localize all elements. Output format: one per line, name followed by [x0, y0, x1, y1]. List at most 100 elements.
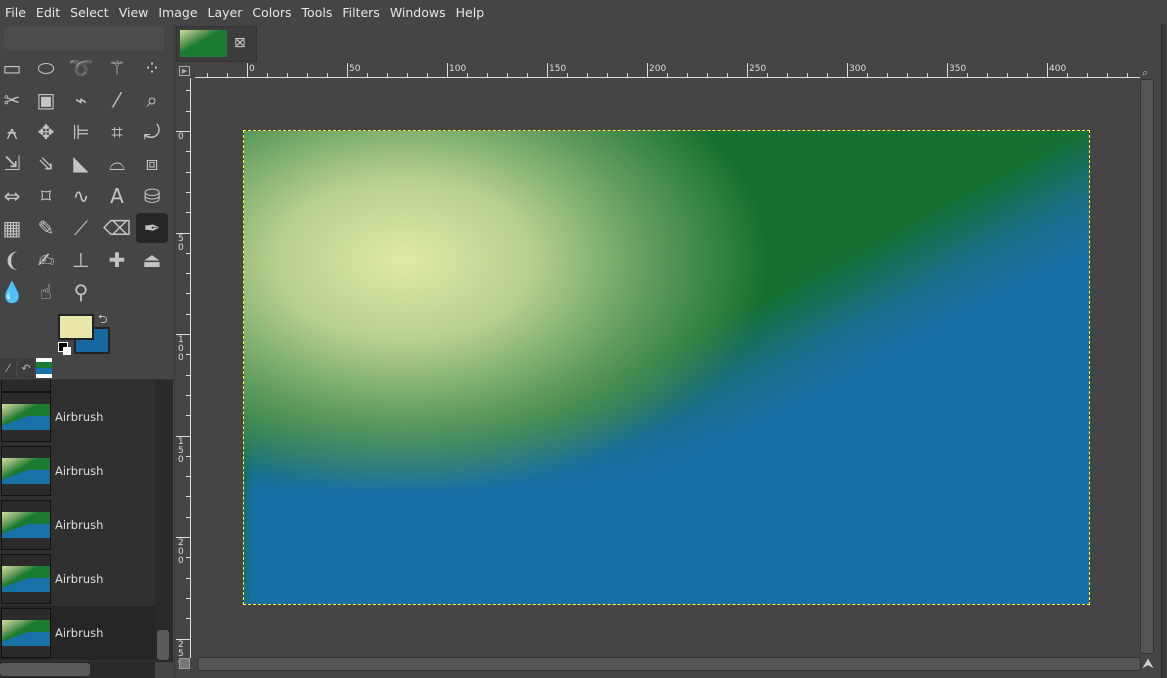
tool-options-icon[interactable]: ⁄	[0, 358, 16, 378]
perspective-icon[interactable]: ◣	[65, 148, 97, 178]
pencil-icon[interactable]: ✎	[30, 213, 62, 243]
menu-view[interactable]: View	[114, 5, 154, 20]
menu-tools[interactable]: Tools	[297, 5, 338, 20]
3d-transform-icon[interactable]: ⌓	[101, 148, 133, 178]
default-colors-icon-white[interactable]	[63, 347, 71, 355]
canvas-horizontal-scrollbar[interactable]	[197, 657, 1141, 671]
foreground-color-swatch[interactable]	[58, 314, 94, 340]
ruler-tick	[287, 73, 288, 77]
blur-icon[interactable]: 💧	[0, 277, 28, 307]
ruler-tick	[627, 73, 628, 77]
flip-icon[interactable]: ⇔	[0, 181, 28, 211]
ruler-tick	[186, 90, 190, 92]
history-hscroll-thumb[interactable]	[0, 663, 90, 676]
history-item[interactable]: Airbrush	[0, 606, 155, 660]
crop-icon[interactable]: ⌗	[101, 117, 133, 147]
history-vertical-scrollbar[interactable]	[155, 380, 173, 662]
ruler-tick	[307, 73, 308, 77]
ruler-tick	[186, 354, 190, 356]
image-canvas[interactable]	[243, 130, 1090, 605]
menu-filters[interactable]: Filters	[337, 5, 384, 20]
select-by-color-icon[interactable]: ⁘	[136, 53, 168, 83]
unified-transform-icon[interactable]: ⌑	[30, 181, 62, 211]
warp-icon[interactable]: ∿	[65, 181, 97, 211]
align-icon[interactable]: ⊫	[65, 117, 97, 147]
menu-image[interactable]: Image	[153, 5, 202, 20]
clone-icon[interactable]: ⊥	[65, 245, 97, 275]
menu-windows[interactable]: Windows	[385, 5, 451, 20]
ruler-tick	[587, 73, 588, 77]
bucket-fill-icon[interactable]: ⛁	[136, 181, 168, 211]
fuzzy-select-icon[interactable]: ⚚	[101, 53, 133, 83]
ruler-label: 100	[178, 335, 184, 363]
ellipse-select-icon[interactable]: ⬭	[30, 53, 62, 83]
ruler-tick	[186, 374, 190, 376]
measure-icon[interactable]: ⍲	[0, 117, 28, 147]
paths-icon[interactable]: ⌁	[65, 85, 97, 115]
ruler-tick	[247, 63, 248, 77]
cage-icon[interactable]: ⧈	[136, 148, 168, 178]
ruler-tick	[1027, 73, 1028, 77]
history-item[interactable]: Airbrush	[0, 552, 155, 606]
navigate-icon[interactable]: ⮝	[1142, 656, 1154, 672]
foreground-select-icon[interactable]: ▣	[30, 85, 62, 115]
ruler-tick	[186, 313, 190, 315]
ink-icon[interactable]: ❨	[0, 245, 28, 275]
quick-mask-toggle[interactable]	[179, 658, 190, 669]
ruler-tick	[327, 73, 328, 77]
canvas-vertical-scrollbar[interactable]	[1140, 79, 1154, 654]
history-item-label: Airbrush	[55, 410, 104, 424]
ruler-tick	[186, 293, 190, 295]
airbrush-icon[interactable]: ✒	[136, 213, 168, 243]
menu-layer[interactable]: Layer	[203, 5, 248, 20]
undo-history-icon[interactable]: ↶	[18, 358, 34, 378]
color-picker-icon[interactable]: ⁄	[101, 85, 133, 115]
dodge-burn-icon[interactable]: ⚲	[65, 277, 97, 307]
ruler-tick	[967, 73, 968, 77]
swap-colors-icon[interactable]: ⮌	[98, 310, 108, 331]
move-icon[interactable]: ✥	[30, 117, 62, 147]
menu-help[interactable]: Help	[451, 5, 490, 20]
menu-select[interactable]: Select	[65, 5, 114, 20]
menu-edit[interactable]: Edit	[31, 5, 65, 20]
history-item[interactable]: Airbrush	[0, 444, 155, 498]
rect-select-icon[interactable]: ▭	[0, 53, 28, 83]
perspective-clone-icon[interactable]: ⏏	[136, 245, 168, 275]
ruler-label: 300	[849, 64, 867, 74]
scale-icon[interactable]: ⇲	[0, 148, 28, 178]
history-thumbnail	[1, 500, 51, 550]
ruler-tick	[887, 73, 888, 77]
zoom-image-icon[interactable]: ⌕	[1142, 66, 1148, 80]
dock-tabs: ⁄ ↶	[0, 358, 175, 380]
gradient-icon[interactable]: ▦	[0, 213, 28, 243]
text-icon[interactable]: A	[101, 181, 133, 211]
smudge-icon[interactable]: ☝	[30, 277, 62, 307]
shear-icon[interactable]: ⇘	[30, 148, 62, 178]
history-thumbnail	[1, 608, 51, 658]
history-scroll-thumb[interactable]	[157, 630, 169, 660]
horizontal-ruler: 0 50 100 150 200 250 300 350 400	[195, 63, 1140, 78]
history-item[interactable]: Airbrush	[0, 390, 155, 444]
ruler-label: 50	[178, 233, 184, 253]
rotate-icon[interactable]: ⤾	[136, 117, 168, 147]
quick-menu-button[interactable]: ▶	[179, 66, 190, 76]
ruler-tick	[607, 73, 608, 77]
gimp-logo	[4, 26, 164, 50]
image-tab[interactable]: ⊠	[176, 26, 257, 62]
eraser-icon[interactable]: ⌫	[101, 213, 133, 243]
ruler-tick	[567, 73, 568, 77]
mypaint-brush-icon[interactable]: ✍	[30, 245, 62, 275]
heal-icon[interactable]: ✚	[101, 245, 133, 275]
zoom-icon[interactable]: ⌕	[136, 85, 168, 115]
free-select-icon[interactable]: ➰	[65, 53, 97, 83]
menu-colors[interactable]: Colors	[247, 5, 296, 20]
paintbrush-icon[interactable]: ⟋	[65, 213, 97, 243]
scissors-icon[interactable]: ✂	[0, 85, 28, 115]
history-item[interactable]: Airbrush	[0, 498, 155, 552]
ruler-tick	[747, 63, 748, 77]
close-icon[interactable]: ⊠	[234, 35, 246, 51]
image-highlight	[244, 131, 764, 491]
ruler-tick	[647, 63, 648, 77]
menu-file[interactable]: File	[0, 5, 31, 20]
images-icon[interactable]	[36, 358, 52, 378]
